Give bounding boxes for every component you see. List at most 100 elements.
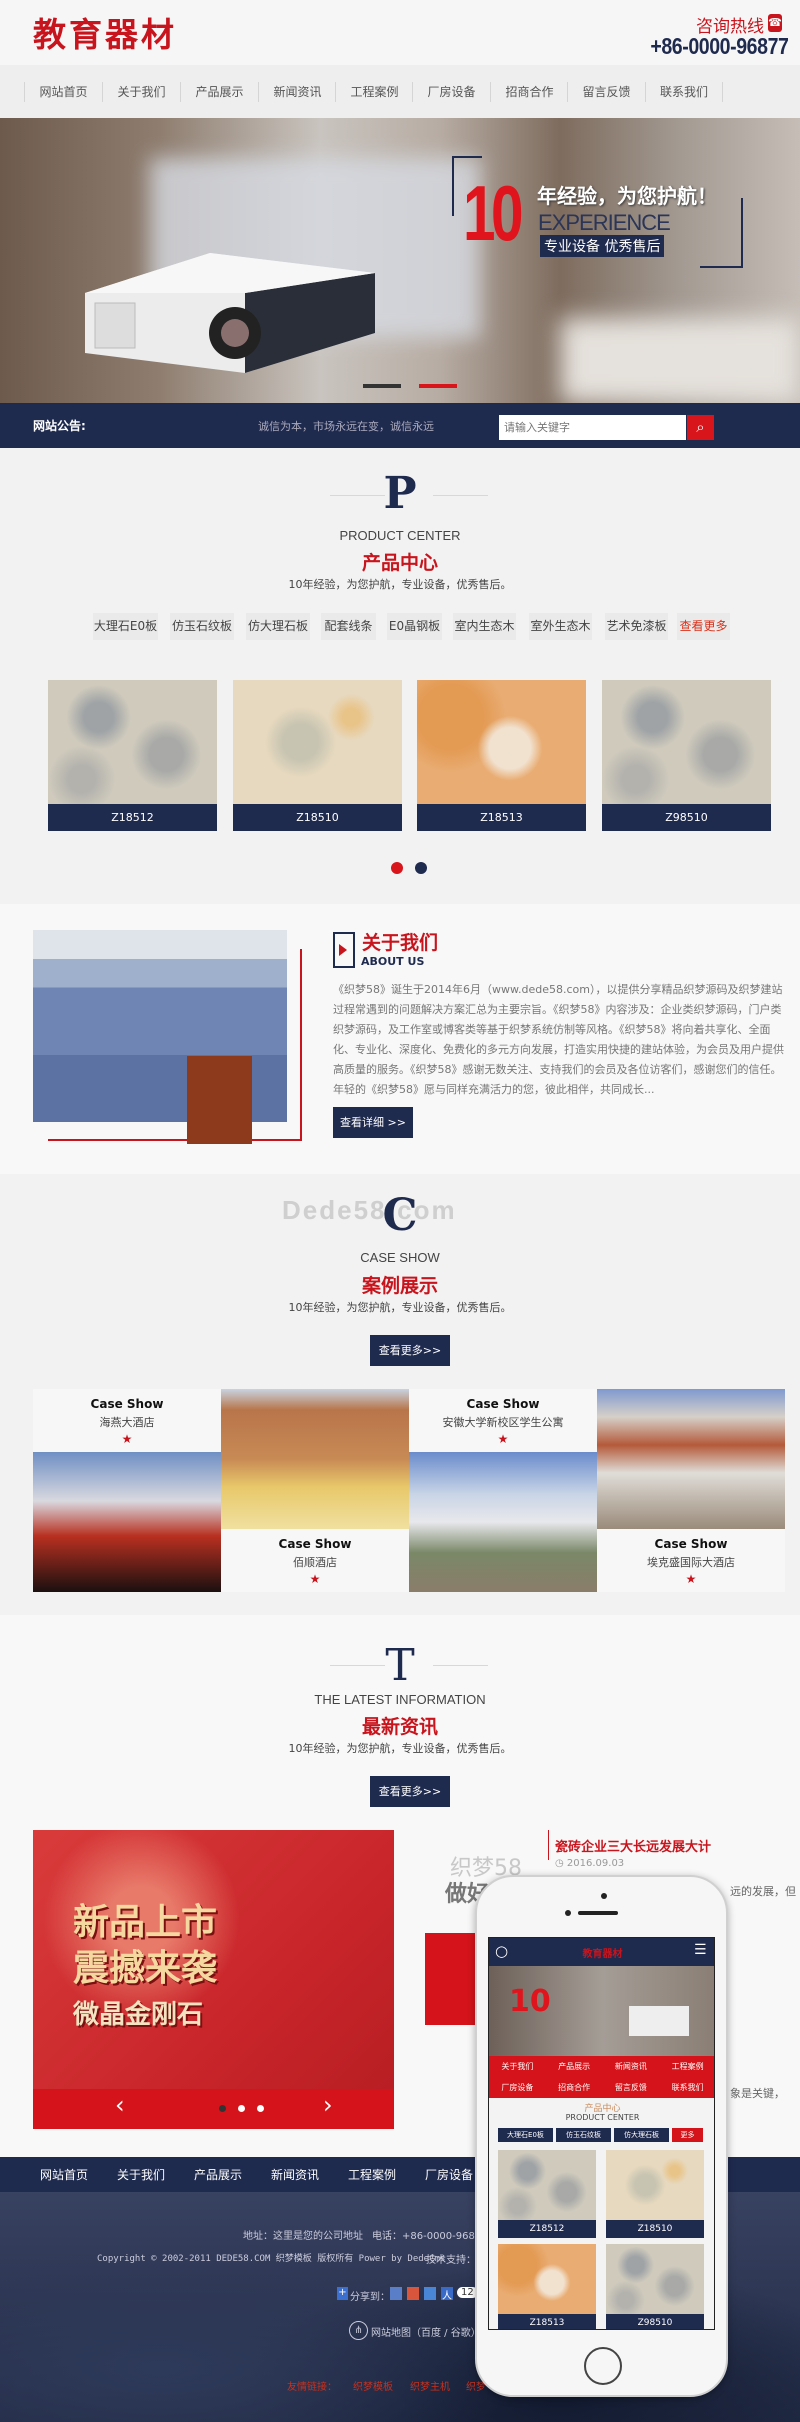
mobile-nav-item[interactable]: 联系我们 — [659, 2082, 714, 2093]
search-input[interactable] — [499, 415, 686, 440]
category-tag[interactable]: 配套线条 — [321, 613, 376, 640]
case-image — [221, 1389, 409, 1529]
product-code: Z18510 — [233, 804, 402, 831]
qzone-icon[interactable] — [390, 2287, 402, 2300]
friend-link[interactable]: 织梦模板 — [353, 2378, 393, 2393]
category-tag[interactable]: 仿大理石板 — [246, 613, 310, 640]
news-slider[interactable]: 新品上市 震撼来袭 微晶金刚石 ‹ › — [33, 1830, 394, 2129]
phone-camera — [601, 1893, 607, 1899]
news-excerpt: 象是关键， — [730, 2087, 785, 2100]
hero-banner[interactable]: 10 年经验，为您护航！ EXPERIENCE 专业设备 优秀售后 — [0, 118, 800, 403]
phone-speaker — [578, 1911, 618, 1915]
mobile-product[interactable]: Z98510 — [606, 2244, 704, 2329]
links-label: 友情链接： — [287, 2382, 337, 2393]
case-card[interactable]: Case Show 安徽大学新校区学生公寓 ★ — [409, 1389, 597, 1592]
mobile-product[interactable]: Z18510 — [606, 2150, 704, 2238]
carousel-dot[interactable] — [415, 862, 427, 874]
mobile-more-tag[interactable]: 更多 — [672, 2128, 703, 2142]
nav-news[interactable]: 新闻资讯 — [258, 82, 336, 102]
category-tag[interactable]: 仿玉石纹板 — [170, 613, 234, 640]
slider-dot[interactable] — [238, 2105, 245, 2112]
site-logo[interactable]: 教育器材 — [33, 8, 177, 56]
carousel-dot-active[interactable] — [391, 862, 403, 874]
mobile-nav-item[interactable]: 留言反馈 — [603, 2082, 660, 2093]
case-card[interactable]: Case Show 佰顺酒店 ★ — [221, 1389, 409, 1592]
category-tag[interactable]: 大理石E0板 — [93, 613, 158, 640]
nav-cases[interactable]: 工程案例 — [335, 82, 413, 102]
menu-icon[interactable]: ☰ — [694, 1942, 707, 1958]
case-label: Case Show — [90, 1397, 164, 1411]
footer-nav-item[interactable]: 产品展示 — [194, 2166, 242, 2183]
banner-slide-indicator-active[interactable] — [419, 384, 457, 388]
banner-big-number: 10 — [463, 169, 524, 257]
mobile-nav-item[interactable]: 关于我们 — [489, 2061, 546, 2072]
mobile-tag[interactable]: 大理石E0板 — [498, 2128, 553, 2142]
nav-feedback[interactable]: 留言反馈 — [567, 82, 645, 102]
search-button[interactable]: ⌕ — [687, 415, 714, 440]
news-more-button[interactable]: 查看更多>> — [370, 1776, 450, 1807]
case-card[interactable]: Case Show 埃克盛国际大酒店 ★ — [597, 1389, 785, 1592]
product-code: Z18512 — [48, 804, 217, 831]
slider-dot[interactable] — [219, 2105, 226, 2112]
star-icon: ★ — [309, 1572, 321, 1586]
about-section: 关于我们 ABOUT US 《织梦58》诞生于2014年6月（www.dede5… — [0, 904, 800, 1174]
nav-about[interactable]: 关于我们 — [102, 82, 180, 102]
mobile-product[interactable]: Z18512 — [498, 2150, 596, 2238]
case-card[interactable]: Case Show 海燕大酒店 ★ — [33, 1389, 221, 1592]
phone-home-button — [584, 2347, 622, 2385]
footer-nav-item[interactable]: 厂房设备 — [425, 2166, 473, 2183]
about-image — [33, 930, 287, 1144]
banner-background — [560, 318, 800, 403]
category-tag[interactable]: E0晶钢板 — [387, 613, 442, 640]
category-tag[interactable]: 室内生态木 — [453, 613, 516, 640]
tencent-weibo-icon[interactable] — [424, 2287, 436, 2300]
case-image — [409, 1452, 597, 1592]
news-date: ◷ 2016.09.03 — [555, 1858, 625, 1869]
sitemap-link[interactable]: 网站地图（百度 / 谷歌） — [371, 2324, 481, 2339]
mobile-nav-item[interactable]: 工程案例 — [659, 2061, 714, 2072]
mobile-nav-item[interactable]: 厂房设备 — [489, 2082, 546, 2093]
product-card[interactable]: Z18510 — [233, 680, 402, 831]
section-subtitle: 10年经验，为您护航，专业设备，优秀售后。 — [288, 578, 512, 591]
footer-nav-item[interactable]: 工程案例 — [348, 2166, 396, 2183]
category-tag[interactable]: 室外生态木 — [529, 613, 592, 640]
nav-contact[interactable]: 联系我们 — [645, 82, 723, 102]
news-title[interactable]: 瓷砖企业三大长远发展大计 — [555, 1836, 711, 1855]
product-card[interactable]: Z18513 — [417, 680, 586, 831]
nav-equipment[interactable]: 厂房设备 — [412, 82, 490, 102]
footer-nav-item[interactable]: 新闻资讯 — [271, 2166, 319, 2183]
mobile-nav-item[interactable]: 新闻资讯 — [603, 2061, 660, 2072]
more-categories-link[interactable]: 查看更多 — [677, 613, 730, 640]
chevron-right-icon[interactable]: › — [323, 2091, 333, 2119]
renren-icon[interactable]: 人 — [441, 2287, 453, 2302]
projector-image — [85, 253, 375, 373]
footer-nav-item[interactable]: 关于我们 — [117, 2166, 165, 2183]
nav-investment[interactable]: 招商合作 — [490, 82, 568, 102]
star-icon: ★ — [685, 1572, 697, 1586]
about-details-button[interactable]: 查看详细 >> — [333, 1107, 413, 1138]
weibo-icon[interactable] — [407, 2287, 419, 2300]
mobile-tag[interactable]: 仿玉石纹板 — [556, 2128, 611, 2142]
share-plus-icon[interactable]: + — [337, 2287, 348, 2300]
mobile-nav-item[interactable]: 产品展示 — [546, 2061, 603, 2072]
mobile-nav-item[interactable]: 招商合作 — [546, 2082, 603, 2093]
nav-products[interactable]: 产品展示 — [180, 82, 258, 102]
mobile-tag[interactable]: 仿大理石板 — [614, 2128, 669, 2142]
category-tag[interactable]: 艺术免漆板 — [605, 613, 668, 640]
footer-nav-item[interactable]: 网站首页 — [40, 2166, 88, 2183]
footer-phone: 电话：+86-0000-96877 — [372, 2231, 488, 2242]
product-card[interactable]: Z98510 — [602, 680, 771, 831]
slider-dot[interactable] — [257, 2105, 264, 2112]
notice-bar: 网站公告: 诚信为本，市场永远在变，诚信永远 ⌕ — [0, 403, 800, 448]
cases-more-button[interactable]: 查看更多>> — [370, 1335, 450, 1366]
banner-english: EXPERIENCE — [538, 210, 671, 235]
mobile-product[interactable]: Z18513 — [498, 2244, 596, 2329]
case-caption: Case Show 安徽大学新校区学生公寓 ★ — [409, 1389, 597, 1452]
nav-home[interactable]: 网站首页 — [24, 82, 102, 102]
friend-link[interactable]: 织梦主机 — [410, 2378, 450, 2393]
product-card[interactable]: Z18512 — [48, 680, 217, 831]
notice-label: 网站公告: — [33, 419, 86, 433]
banner-slide-indicator[interactable] — [363, 384, 401, 388]
section-letter: P — [383, 468, 417, 519]
chevron-left-icon[interactable]: ‹ — [115, 2091, 125, 2119]
